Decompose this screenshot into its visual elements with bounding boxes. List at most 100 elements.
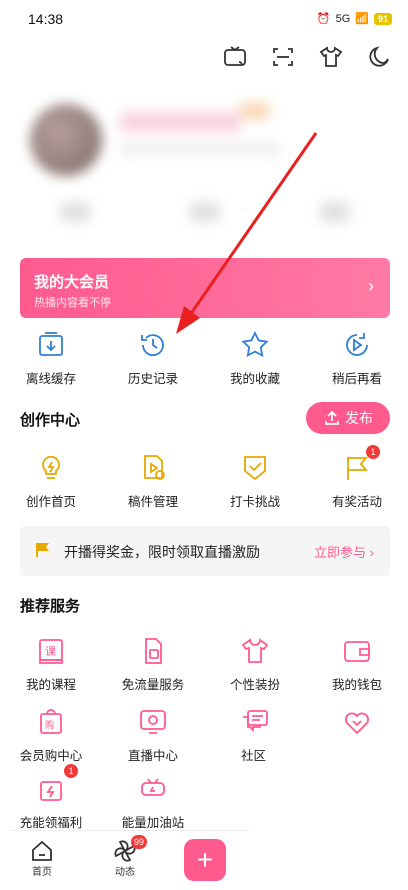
- home-icon: [32, 840, 52, 861]
- flag-icon: [36, 543, 49, 557]
- moon-icon[interactable]: [366, 44, 392, 70]
- stat-blur: [190, 202, 220, 222]
- tv-cast-icon[interactable]: [222, 44, 248, 70]
- download-icon: [39, 332, 63, 356]
- course-icon: 课: [39, 639, 63, 664]
- flag-icon: [347, 457, 368, 480]
- history-icon: [141, 334, 164, 357]
- promo-text: 开播得奖金，限时领取直播激励: [64, 544, 260, 560]
- creation-center-title: 创作中心: [20, 412, 81, 429]
- creation-home[interactable]: 创作首页: [0, 453, 102, 510]
- svg-text:购: 购: [45, 719, 54, 730]
- chat-icon: [243, 710, 268, 733]
- vip-subtitle: 热播内容看不停: [34, 297, 111, 309]
- scan-icon[interactable]: [270, 44, 296, 70]
- creation-items: 创作首页 稿件管理 打卡挑战 1 有奖活动: [0, 445, 408, 510]
- service-energy-station[interactable]: 能量加油站: [102, 774, 204, 831]
- battery-icon: 91: [373, 12, 392, 25]
- creation-label: 创作首页: [25, 495, 76, 509]
- service-free-data[interactable]: 免流量服务: [102, 636, 204, 693]
- service-label: 免流量服务: [121, 678, 185, 692]
- top-toolbar: [222, 44, 392, 70]
- services-title: 推荐服务: [20, 598, 81, 615]
- service-label: 充能领福利: [19, 816, 83, 830]
- bulb-icon: [42, 455, 60, 479]
- publish-button[interactable]: 发布: [306, 402, 390, 434]
- svg-text:课: 课: [45, 645, 56, 658]
- shirt-icon: [241, 638, 269, 663]
- signal-text: 5G: [335, 12, 351, 25]
- nav-label: 首页: [32, 867, 52, 878]
- stat-blur: [60, 202, 90, 222]
- quick-action-label: 历史记录: [127, 372, 178, 386]
- services-row-3: 1 充能领福利 能量加油站: [0, 764, 408, 831]
- wallet-icon: [344, 641, 370, 662]
- shirt-icon[interactable]: [318, 44, 344, 70]
- services-row-1: 课 我的课程 免流量服务 个性装扮 我的钱包: [0, 636, 408, 693]
- service-energy-welfare[interactable]: 1 充能领福利: [0, 764, 102, 831]
- level-badge-blur: [240, 102, 270, 120]
- live-promo-banner[interactable]: 开播得奖金，限时领取直播激励 立即参与 ›: [20, 526, 390, 576]
- promo-link[interactable]: 立即参与 ›: [314, 542, 374, 561]
- vip-title: 我的大会员: [34, 274, 110, 291]
- service-label: 能量加油站: [121, 816, 185, 830]
- user-info-blur: [120, 142, 280, 156]
- stat-blur: [320, 202, 350, 222]
- publish-label: 发布: [345, 410, 373, 426]
- quick-action-offline[interactable]: 离线缓存: [0, 330, 102, 387]
- service-course[interactable]: 课 我的课程: [0, 636, 102, 693]
- quick-actions: 离线缓存 历史记录 我的收藏 稍后再看: [0, 330, 408, 387]
- live-icon: [140, 710, 166, 734]
- quick-action-watch-later[interactable]: 稍后再看: [306, 330, 408, 387]
- creation-label: 稿件管理: [127, 495, 178, 509]
- quick-action-label: 稍后再看: [331, 372, 382, 386]
- service-label: 会员购中心: [19, 749, 83, 763]
- dynamic-badge: 99: [131, 835, 148, 849]
- service-shop[interactable]: 购 会员购中心: [0, 707, 102, 764]
- quick-action-favorites[interactable]: 我的收藏: [204, 330, 306, 387]
- service-label: 直播中心: [127, 749, 178, 763]
- shop-bag-icon: 购: [40, 709, 62, 734]
- vip-card[interactable]: 我的大会员 热播内容看不停 ›: [20, 258, 390, 318]
- status-bar: 14:38 ⏰ 5G 📶 91: [0, 0, 408, 38]
- quick-action-label: 我的收藏: [229, 372, 280, 386]
- creation-label: 打卡挑战: [229, 495, 280, 509]
- service-community[interactable]: 社区: [204, 707, 306, 764]
- creation-manuscripts[interactable]: 稿件管理: [102, 453, 204, 510]
- chevron-right-icon: ›: [368, 276, 374, 296]
- creation-label: 有奖活动: [331, 495, 382, 509]
- creation-checkin[interactable]: 打卡挑战: [204, 453, 306, 510]
- manuscript-icon: [144, 455, 165, 480]
- quick-action-label: 离线缓存: [25, 372, 76, 386]
- nav-dynamic[interactable]: 99 动态: [113, 835, 148, 878]
- checkin-icon: [244, 456, 266, 481]
- service-wallet[interactable]: 我的钱包: [306, 636, 408, 693]
- service-label: 我的钱包: [331, 678, 382, 692]
- plus-icon: +: [196, 844, 214, 875]
- services-row-2: 购 会员购中心 直播中心 社区: [0, 707, 408, 764]
- alarm-icon: ⏰: [316, 13, 331, 25]
- service-label: 个性装扮: [229, 678, 280, 692]
- quick-action-history[interactable]: 历史记录: [102, 330, 204, 387]
- service-live[interactable]: 直播中心: [102, 707, 204, 764]
- service-label: 我的课程: [25, 678, 76, 692]
- avatar[interactable]: [30, 104, 102, 176]
- play-later-icon: [346, 333, 368, 356]
- nav-home[interactable]: 首页: [30, 839, 54, 878]
- profile-header[interactable]: [20, 92, 388, 252]
- events-badge: 1: [366, 445, 380, 459]
- status-icons: ⏰ 5G 📶 91: [317, 12, 392, 25]
- upload-icon: [325, 410, 339, 425]
- heart-icon: [345, 712, 369, 735]
- username-blur: [120, 112, 240, 132]
- nav-label: 动态: [115, 867, 135, 878]
- promo-link-label: 立即参与: [314, 545, 367, 560]
- service-favorite[interactable]: [306, 707, 408, 764]
- gift-icon: [40, 781, 62, 801]
- service-label: 社区: [241, 749, 267, 763]
- energy-icon: [141, 778, 165, 796]
- welfare-badge: 1: [64, 764, 78, 778]
- service-decoration[interactable]: 个性装扮: [204, 636, 306, 693]
- creation-events[interactable]: 1 有奖活动: [306, 445, 408, 510]
- create-plus-button[interactable]: +: [184, 839, 226, 881]
